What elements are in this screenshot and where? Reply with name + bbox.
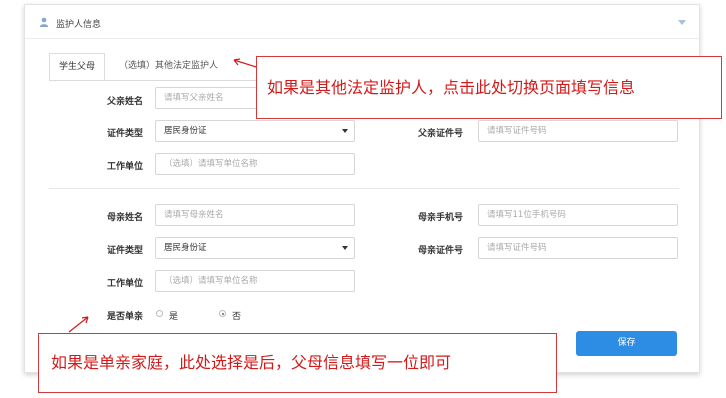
mother-idtype-value: 居民身份证 bbox=[164, 243, 207, 253]
father-idtype-value: 居民身份证 bbox=[164, 126, 207, 136]
dropdown-arrow-icon bbox=[342, 246, 348, 250]
annotation-arrow-icon bbox=[233, 58, 257, 68]
user-icon bbox=[39, 17, 49, 27]
mother-work-label: 工作单位 bbox=[106, 279, 143, 289]
father-name-label: 父亲姓名 bbox=[106, 97, 143, 107]
father-work-label: 工作单位 bbox=[106, 162, 143, 172]
tab-hint-callout: 如果是其他法定监护人，点击此处切换页面填写信息 bbox=[256, 56, 722, 119]
single-parent-yes-radio[interactable] bbox=[156, 310, 163, 317]
mother-idtype-label: 证件类型 bbox=[106, 246, 143, 256]
mother-name-label: 母亲姓名 bbox=[106, 213, 143, 223]
father-idno-input[interactable]: 请填写证件号码 bbox=[478, 120, 678, 142]
single-parent-yes-label: 是 bbox=[169, 312, 179, 322]
dropdown-arrow-icon bbox=[342, 129, 348, 133]
annotation-arrow-icon bbox=[68, 316, 89, 333]
single-parent-no-label: 否 bbox=[232, 312, 242, 322]
single-parent-hint-callout: 如果是单亲家庭，此处选择是后，父母信息填写一位即可 bbox=[38, 333, 557, 393]
single-parent-no-radio[interactable] bbox=[219, 310, 226, 317]
chevron-down-icon[interactable] bbox=[678, 20, 686, 25]
single-parent-label: 是否单亲 bbox=[106, 312, 143, 322]
save-button[interactable]: 保存 bbox=[576, 331, 677, 356]
mother-phone-label: 母亲手机号 bbox=[417, 213, 463, 223]
mother-phone-input[interactable]: 请填写11位手机号码 bbox=[478, 204, 678, 226]
section-divider bbox=[49, 188, 679, 189]
mother-name-input[interactable]: 请填写母亲姓名 bbox=[155, 204, 355, 226]
panel-header: 监护人信息 bbox=[25, 5, 699, 39]
father-idtype-label: 证件类型 bbox=[106, 129, 143, 139]
mother-idno-label: 母亲证件号 bbox=[417, 246, 463, 256]
mother-idtype-select[interactable]: 居民身份证 bbox=[155, 237, 355, 259]
panel-title: 监护人信息 bbox=[56, 20, 102, 30]
mother-work-input[interactable]: （选填）请填写单位名称 bbox=[155, 270, 355, 292]
mother-idno-input[interactable]: 请填写证件号码 bbox=[478, 237, 678, 259]
father-work-input[interactable]: （选填）请填写单位名称 bbox=[155, 153, 355, 175]
tab-student-parents[interactable]: 学生父母 bbox=[49, 53, 105, 81]
father-idno-label: 父亲证件号 bbox=[417, 129, 463, 139]
father-idtype-select[interactable]: 居民身份证 bbox=[155, 120, 355, 142]
